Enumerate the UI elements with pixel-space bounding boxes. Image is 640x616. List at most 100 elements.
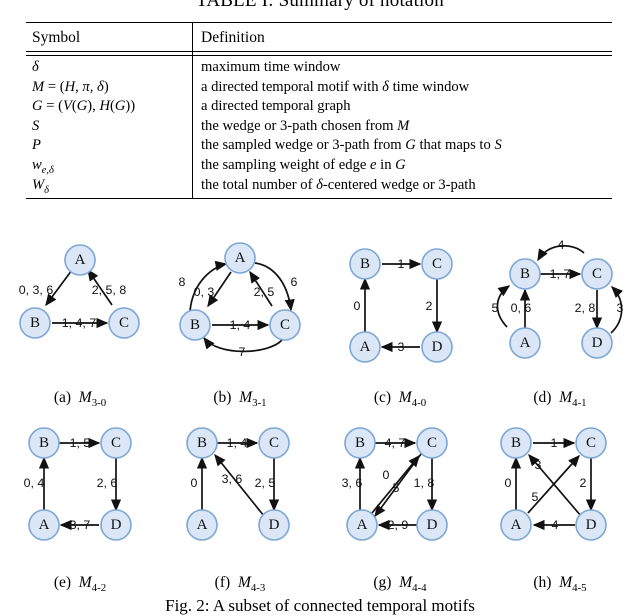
table-rule-top — [26, 22, 612, 24]
edge-label-d-a: 2, 9 — [388, 518, 409, 532]
table-cell-symbol: M = (H, π, δ) — [32, 78, 109, 95]
motif-panel-g: B C A D 3, 6 4, 7 1, 8 2, 9 0 5 (g) M4-4 — [320, 413, 480, 598]
table-symbol-column: δ M = (H, π, δ) G = (V(G), H(G)) S P we,… — [32, 58, 187, 195]
table-cell-definition: the total number of δ-centered wedge or … — [201, 176, 476, 193]
node-label-b: B — [39, 435, 49, 451]
table-cell-symbol: δ — [32, 59, 39, 75]
edge-label-c-b: 7 — [239, 345, 246, 359]
node-label-b: B — [30, 315, 40, 331]
edge-label-c-b: 4 — [558, 238, 565, 252]
motif-panel-e: B C A D 0, 4 1, 5 2, 6 3, 7 (e) M4-2 — [0, 413, 160, 598]
table-header-definition: Definition — [201, 29, 265, 46]
motif-panel-b: A B C 8 0, 3 2, 5 6 1, 4 7 (b) M3-1 — [160, 228, 320, 413]
panel-caption-b: (b) M3-1 — [213, 388, 267, 409]
node-label-c: C — [280, 317, 290, 333]
edge-label-a-b: 0, 3, 6 — [19, 283, 54, 297]
edge-label-b-c: 1, 5 — [70, 436, 91, 450]
motif-panel-d: B C A D 5 0, 6 1, 7 4 2, 8 3 (d) M4-1 — [480, 228, 640, 413]
edge-label-c-d: 2 — [580, 476, 587, 490]
node-label-b: B — [190, 317, 200, 333]
edge-label-c-d: 2, 5 — [255, 476, 276, 490]
panel-caption-a: (a) M3-0 — [53, 388, 107, 409]
node-label-a: A — [360, 339, 371, 355]
edge-label-c-a: 0 — [383, 468, 390, 482]
edge-label-a-c: 5 — [532, 490, 539, 504]
motif-diagram-c: B C A D 0 1 2 3 — [349, 248, 453, 363]
edge-label-b-c: 1, 7 — [550, 267, 571, 281]
edge-label-d-b: 3 — [535, 458, 542, 472]
table-rule-header-2 — [26, 54, 612, 56]
node-label-a: A — [520, 335, 531, 351]
edge-label-a-c: 6 — [291, 275, 298, 289]
motif-row-1: A B C 0, 3, 6 2, 5, 8 1, 4, 7 (a) M3-0 A… — [0, 228, 640, 413]
table-cell-definition: maximum time window — [201, 59, 341, 75]
table-cell-symbol: P — [32, 137, 41, 154]
edge-label-d-a: 4 — [552, 518, 559, 532]
edge-label-a-b: 0 — [354, 299, 361, 313]
table-cell-definition: the sampled wedge or 3-path from G that … — [201, 137, 502, 154]
motif-row-2: B C A D 0, 4 1, 5 2, 6 3, 7 (e) M4-2 B C… — [0, 413, 640, 598]
figure-page: TABLE I: Summary of notation Symbol Defi… — [0, 0, 640, 615]
node-label-a: A — [511, 517, 522, 533]
table-cell-definition: a directed temporal motif with δ time wi… — [201, 78, 470, 95]
edge-label-d-b: 3, 6 — [222, 472, 243, 486]
panel-caption-e: (e) M4-2 — [53, 573, 107, 594]
panel-caption-h: (h) M4-5 — [533, 573, 587, 594]
node-label-a: A — [75, 252, 86, 268]
node-label-c: C — [269, 435, 279, 451]
table-cell-definition: the wedge or 3-path chosen from M — [201, 117, 410, 134]
node-label-a: A — [357, 517, 368, 533]
motif-diagram-a: A B C 0, 3, 6 2, 5, 8 1, 4, 7 — [19, 244, 140, 339]
edge-label-a-b: 0, 6 — [511, 301, 532, 315]
motif-grid: A B C 0, 3, 6 2, 5, 8 1, 4, 7 (a) M3-0 A… — [0, 228, 640, 598]
edge-label-c-d: 2, 6 — [97, 476, 118, 490]
node-label-a: A — [197, 517, 208, 533]
edge-label-b-c: 1, 4 — [230, 318, 251, 332]
motif-diagram-h: B C A D 0 1 2 4 3 5 — [500, 427, 607, 541]
node-label-a: A — [235, 250, 246, 266]
edge-label-b-c: 1 — [551, 436, 558, 450]
edge-label-a-b: 0, 4 — [24, 476, 45, 490]
motif-diagram-b: A B C 8 0, 3 2, 5 6 1, 4 7 — [179, 242, 301, 359]
node-label-d: D — [586, 517, 597, 533]
table-cell-symbol: S — [32, 117, 40, 134]
edge-b-a — [496, 285, 511, 328]
node-label-c: C — [592, 266, 602, 282]
edge-label-b-c: 1, 4 — [227, 436, 248, 450]
edge-label-c-d: 2 — [426, 299, 433, 313]
edge-label-c-a: 2, 5 — [254, 285, 275, 299]
motif-panel-c: B C A D 0 1 2 3 (c) M4-0 — [320, 228, 480, 413]
edge-label-a-b: 3, 6 — [342, 476, 363, 490]
motif-panel-a: A B C 0, 3, 6 2, 5, 8 1, 4, 7 (a) M3-0 — [0, 228, 160, 413]
panel-caption-f: (f) M4-3 — [214, 573, 266, 594]
node-label-d: D — [269, 517, 280, 533]
edge-label-b-c: 4, 7 — [385, 436, 406, 450]
table-cell-definition: the sampling weight of edge e in G — [201, 156, 406, 173]
edge-label-a-b: 0 — [191, 476, 198, 490]
table-cell-definition: a directed temporal graph — [201, 98, 351, 115]
edge-label-b-c: 1 — [398, 257, 405, 271]
table-cell-symbol: we,δ — [32, 156, 54, 176]
panel-caption-d: (d) M4-1 — [533, 388, 587, 409]
edge-label-a-c: 5 — [393, 481, 400, 495]
motif-diagram-d: B C A D 5 0, 6 1, 7 4 2, 8 3 — [492, 238, 624, 359]
edge-label-c-d: 1, 8 — [414, 476, 435, 490]
table-cell-symbol: Wδ — [32, 176, 50, 196]
edge-label-c-d: 2, 8 — [575, 301, 596, 315]
table-definition-column: maximum time window a directed temporal … — [201, 58, 621, 195]
table-rule-header-1 — [26, 51, 612, 53]
node-label-b: B — [355, 435, 365, 451]
motif-diagram-f: B C A D 0 1, 4 2, 5 3, 6 — [186, 427, 290, 541]
node-label-a: A — [39, 517, 50, 533]
node-label-b: B — [360, 256, 370, 272]
edge-label-d-a: 3 — [398, 340, 405, 354]
motif-panel-f: B C A D 0 1, 4 2, 5 3, 6 (f) M4-3 — [160, 413, 320, 598]
node-label-c: C — [119, 315, 129, 331]
edge-label-b-a: 5 — [492, 301, 499, 315]
edge-label-b-c: 1, 4, 7 — [62, 316, 97, 330]
node-label-d: D — [592, 335, 603, 351]
node-label-c: C — [432, 256, 442, 272]
table-column-divider — [192, 22, 194, 199]
node-label-b: B — [511, 435, 521, 451]
figure-caption: Fig. 2: A subset of connected temporal m… — [165, 596, 475, 615]
